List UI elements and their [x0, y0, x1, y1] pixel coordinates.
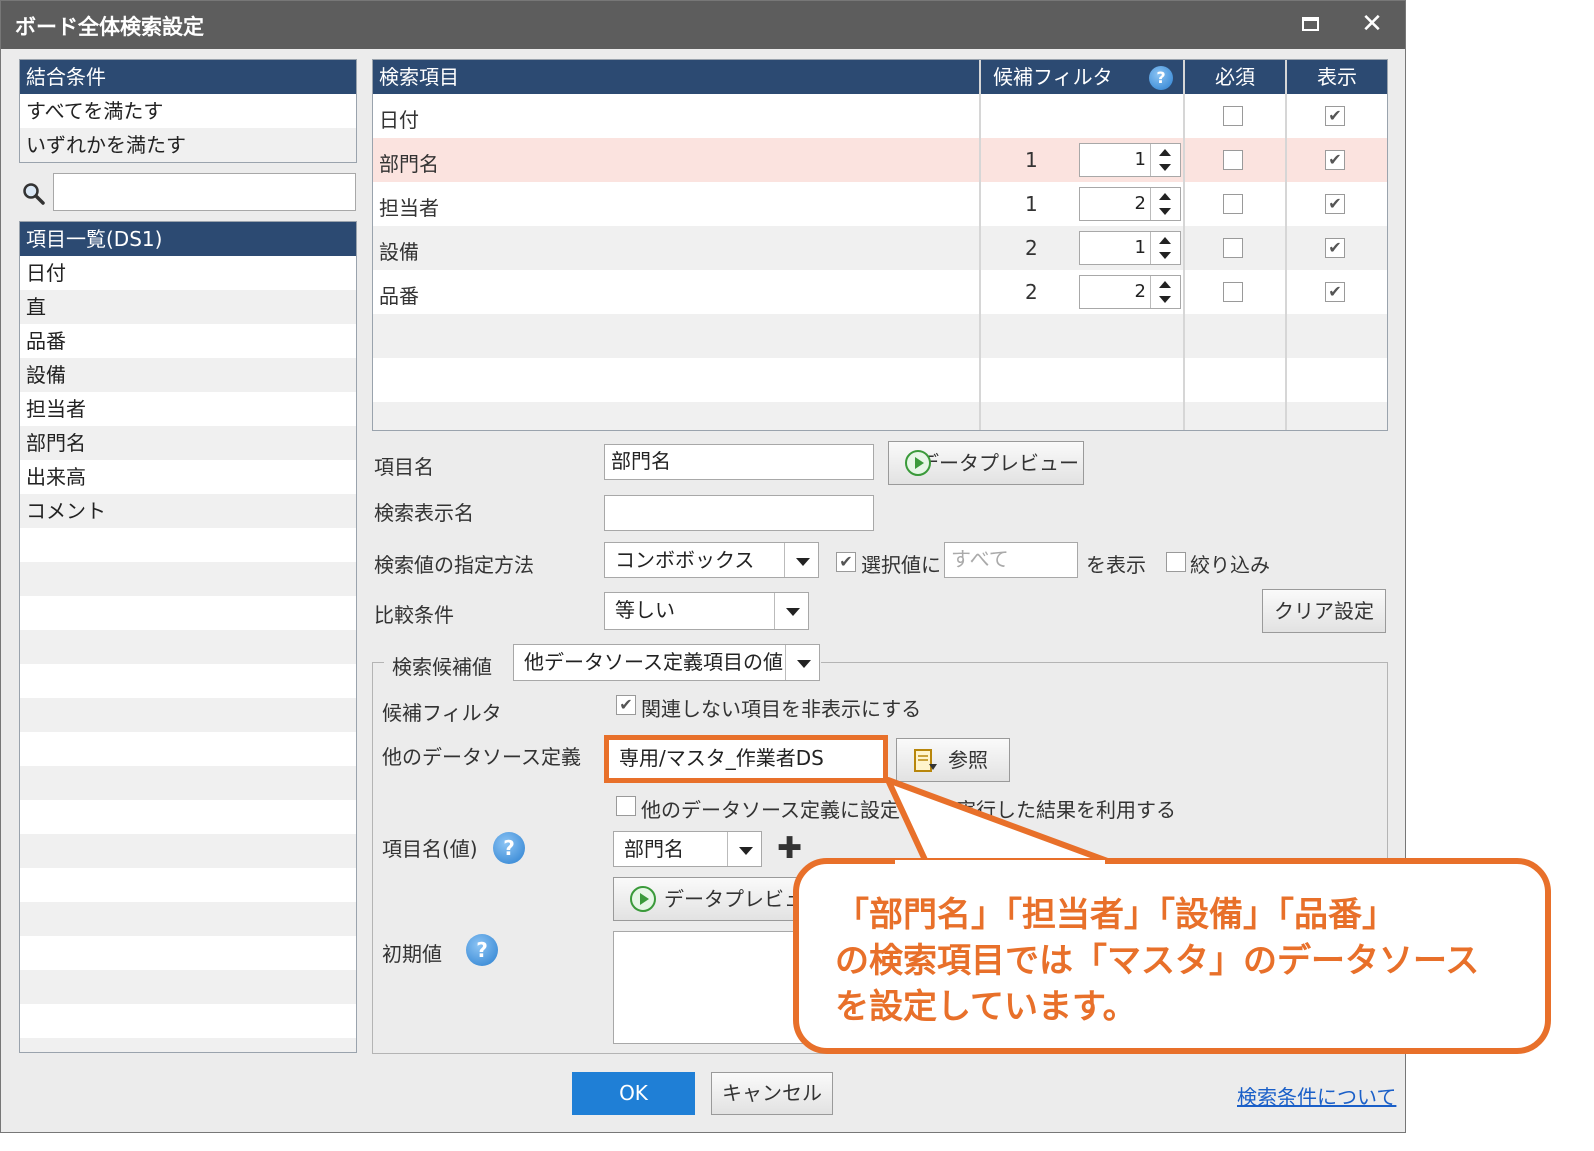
annotation-callout: 「部門名」「担当者」「設備」「品番」 の検索項目では「マスタ」のデータソース を… — [793, 858, 1551, 1054]
callout-joint-cover — [895, 860, 1105, 870]
callout-line-1: 「部門名」「担当者」「設備」「品番」 — [835, 895, 1396, 935]
callout-text: 「部門名」「担当者」「設備」「品番」 の検索項目では「マスタ」のデータソース を… — [835, 892, 1479, 1030]
callout-line-2: の検索項目では「マスタ」のデータソース — [835, 941, 1480, 981]
callout-line-3: を設定しています。 — [835, 987, 1137, 1027]
